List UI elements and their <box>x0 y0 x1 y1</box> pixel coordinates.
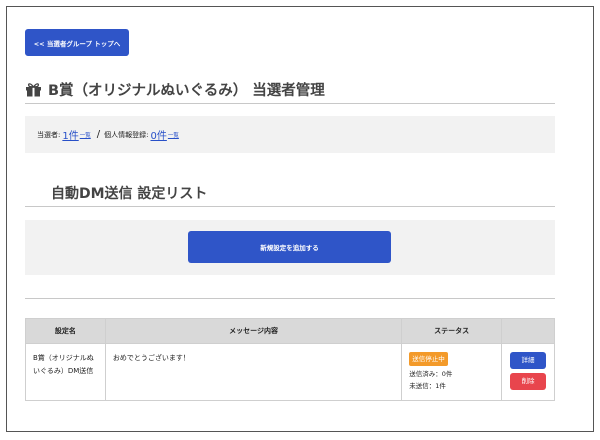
header-message: メッセージ内容 <box>104 318 403 344</box>
table-row: B賞（オリジナルぬ いぐるみ）DM送信 おめでとうございます！ 送信停止中 送信… <box>25 343 555 401</box>
title-divider <box>25 103 555 104</box>
header-actions <box>501 318 555 344</box>
table-header-row: 設定名 メッセージ内容 ステータス <box>25 318 555 344</box>
dm-settings-table: 設定名 メッセージ内容 ステータス B賞（オリジナルぬ いぐるみ）DM送信 おめ… <box>25 318 555 401</box>
sent-count: 送信済み：0件 <box>409 370 453 378</box>
dm-settings-title: 自動DM送信 設定リスト <box>51 186 208 202</box>
setting-name-line: いぐるみ）DM送信 <box>33 367 94 375</box>
registered-label: 個人情報登録: <box>104 130 149 139</box>
header-status: ステータス <box>401 318 502 344</box>
header-name: 設定名 <box>25 318 106 344</box>
unsent-count: 未送信：1件 <box>409 382 446 390</box>
winner-summary: 当選者: 1件 一覧 / 個人情報登録: 0件 一覧 <box>25 116 555 153</box>
winners-label: 当選者: <box>37 130 61 139</box>
setting-name-line: B賞（オリジナルぬ <box>33 354 94 362</box>
section-divider <box>25 206 555 207</box>
list-divider <box>25 298 555 299</box>
page-title-text: B賞（オリジナルぬいぐるみ） 当選者管理 <box>48 83 325 99</box>
cell-message: おめでとうございます！ <box>104 343 403 401</box>
gift-icon <box>26 83 41 97</box>
winners-list-link[interactable]: 一覧 <box>80 131 91 139</box>
delete-button[interactable]: 削除 <box>510 373 546 390</box>
registered-count-link[interactable]: 0件 <box>150 127 166 142</box>
cell-actions: 詳細 削除 <box>501 343 555 401</box>
cell-setting-name: B賞（オリジナルぬ いぐるみ）DM送信 <box>25 343 106 401</box>
add-setting-panel: 新規設定を追加する <box>25 220 555 275</box>
cell-status: 送信停止中 送信済み：0件 未送信：1件 <box>401 343 502 401</box>
status-badge: 送信停止中 <box>409 352 448 366</box>
page-title: B賞（オリジナルぬいぐるみ） 当選者管理 <box>25 79 325 100</box>
content-frame: << 当選者グループ トップへ B賞（オリジナルぬいぐるみ） 当選者管理 当選者… <box>6 6 594 432</box>
winners-count-link[interactable]: 1件 <box>62 127 78 142</box>
back-to-group-top-button[interactable]: << 当選者グループ トップへ <box>25 29 129 56</box>
add-setting-button[interactable]: 新規設定を追加する <box>188 231 391 263</box>
detail-button[interactable]: 詳細 <box>510 352 546 369</box>
registered-list-link[interactable]: 一覧 <box>168 131 179 139</box>
summary-separator: / <box>96 129 101 140</box>
